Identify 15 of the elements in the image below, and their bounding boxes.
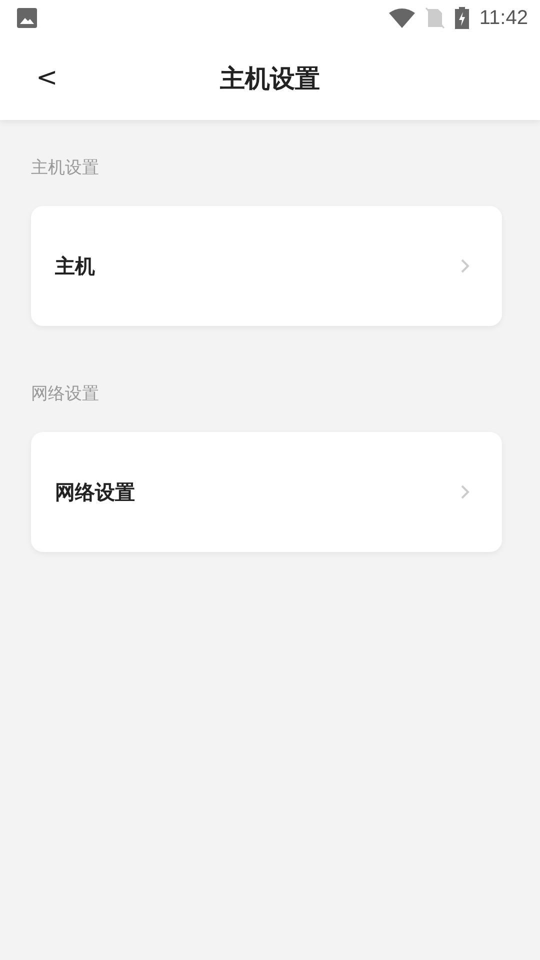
wifi-icon [389,8,416,28]
battery-charging-icon [455,7,470,29]
item-label: 主机 [55,252,96,280]
section-heading: 主机设置 [31,157,100,179]
settings-item[interactable]: 网络设置 [31,432,502,552]
back-button[interactable]: < [30,59,64,97]
page-title: 主机设置 [220,62,320,94]
item-label: 网络设置 [55,478,136,506]
section-heading: 网络设置 [31,383,100,405]
chevron-right-icon [460,258,470,274]
chevron-right-icon [460,484,470,500]
image-icon [17,8,37,28]
no-sim-icon [425,7,446,29]
settings-item[interactable]: 主机 [31,206,502,326]
status-time: 11:42 [479,6,528,30]
